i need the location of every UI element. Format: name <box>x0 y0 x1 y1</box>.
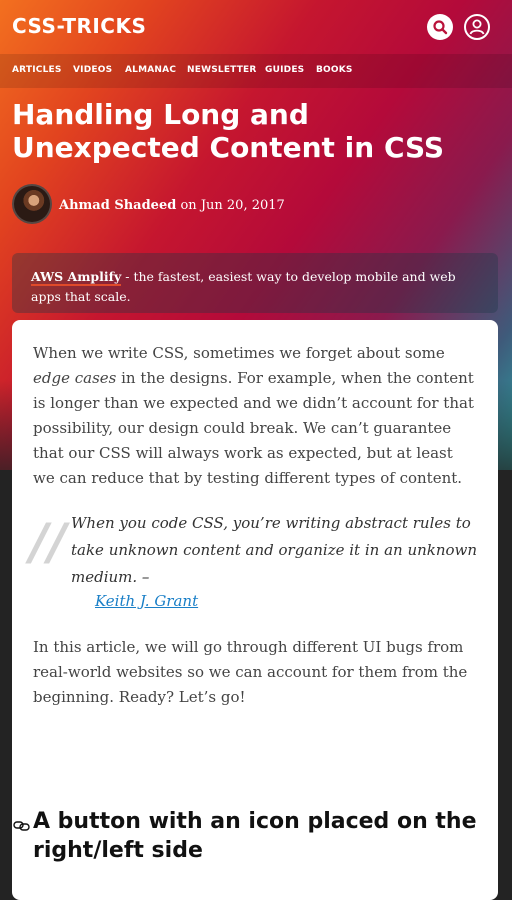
link-icon[interactable] <box>13 817 31 835</box>
body-paragraph: In this article, we will go through diff… <box>33 638 468 706</box>
account-button[interactable] <box>464 14 490 40</box>
main-nav: ARTICLES VIDEOS ALMANAC NEWSLETTER GUIDE… <box>0 54 512 88</box>
intro-paragraph: When we write CSS, sometimes we forget a… <box>33 341 478 491</box>
author-avatar[interactable] <box>12 184 52 224</box>
nav-item-books[interactable]: BOOKS <box>316 65 353 75</box>
byline: Ahmad Shadeed on Jun 20, 2017 <box>59 198 285 213</box>
nav-item-almanac[interactable]: ALMANAC <box>125 65 176 75</box>
intro-text-start: When we write CSS, sometimes we forget a… <box>33 344 445 362</box>
search-button[interactable] <box>427 14 453 40</box>
nav-item-videos[interactable]: VIDEOS <box>73 65 112 75</box>
sponsor-banner: AWS Amplify - the fastest, easiest way t… <box>12 253 498 313</box>
quote-mark-icon: // <box>30 513 67 571</box>
section-heading: A button with an icon placed on the righ… <box>33 809 477 863</box>
blockquote-text: When you code CSS, you’re writing abstra… <box>71 514 478 586</box>
quote-author-link[interactable]: Keith J. Grant <box>95 592 198 610</box>
nav-item-newsletter[interactable]: NEWSLETTER <box>187 65 257 75</box>
nav-item-guides[interactable]: GUIDES <box>265 65 304 75</box>
search-icon <box>433 20 448 35</box>
site-logo[interactable]: CSS-TRICKS <box>12 14 146 38</box>
publish-date: Jun 20, 2017 <box>200 198 285 213</box>
sponsor-link[interactable]: AWS Amplify <box>31 269 122 286</box>
author-link[interactable]: Ahmad Shadeed <box>59 198 176 213</box>
nav-item-articles[interactable]: ARTICLES <box>12 65 62 75</box>
byline-prefix: on <box>180 198 197 213</box>
top-bar: CSS-TRICKS <box>0 0 512 54</box>
article-body: When we write CSS, sometimes we forget a… <box>12 320 498 900</box>
intro-emphasis: edge cases <box>33 369 117 387</box>
article-title: Handling Long and Unexpected Content in … <box>12 98 445 164</box>
user-icon <box>469 19 485 35</box>
